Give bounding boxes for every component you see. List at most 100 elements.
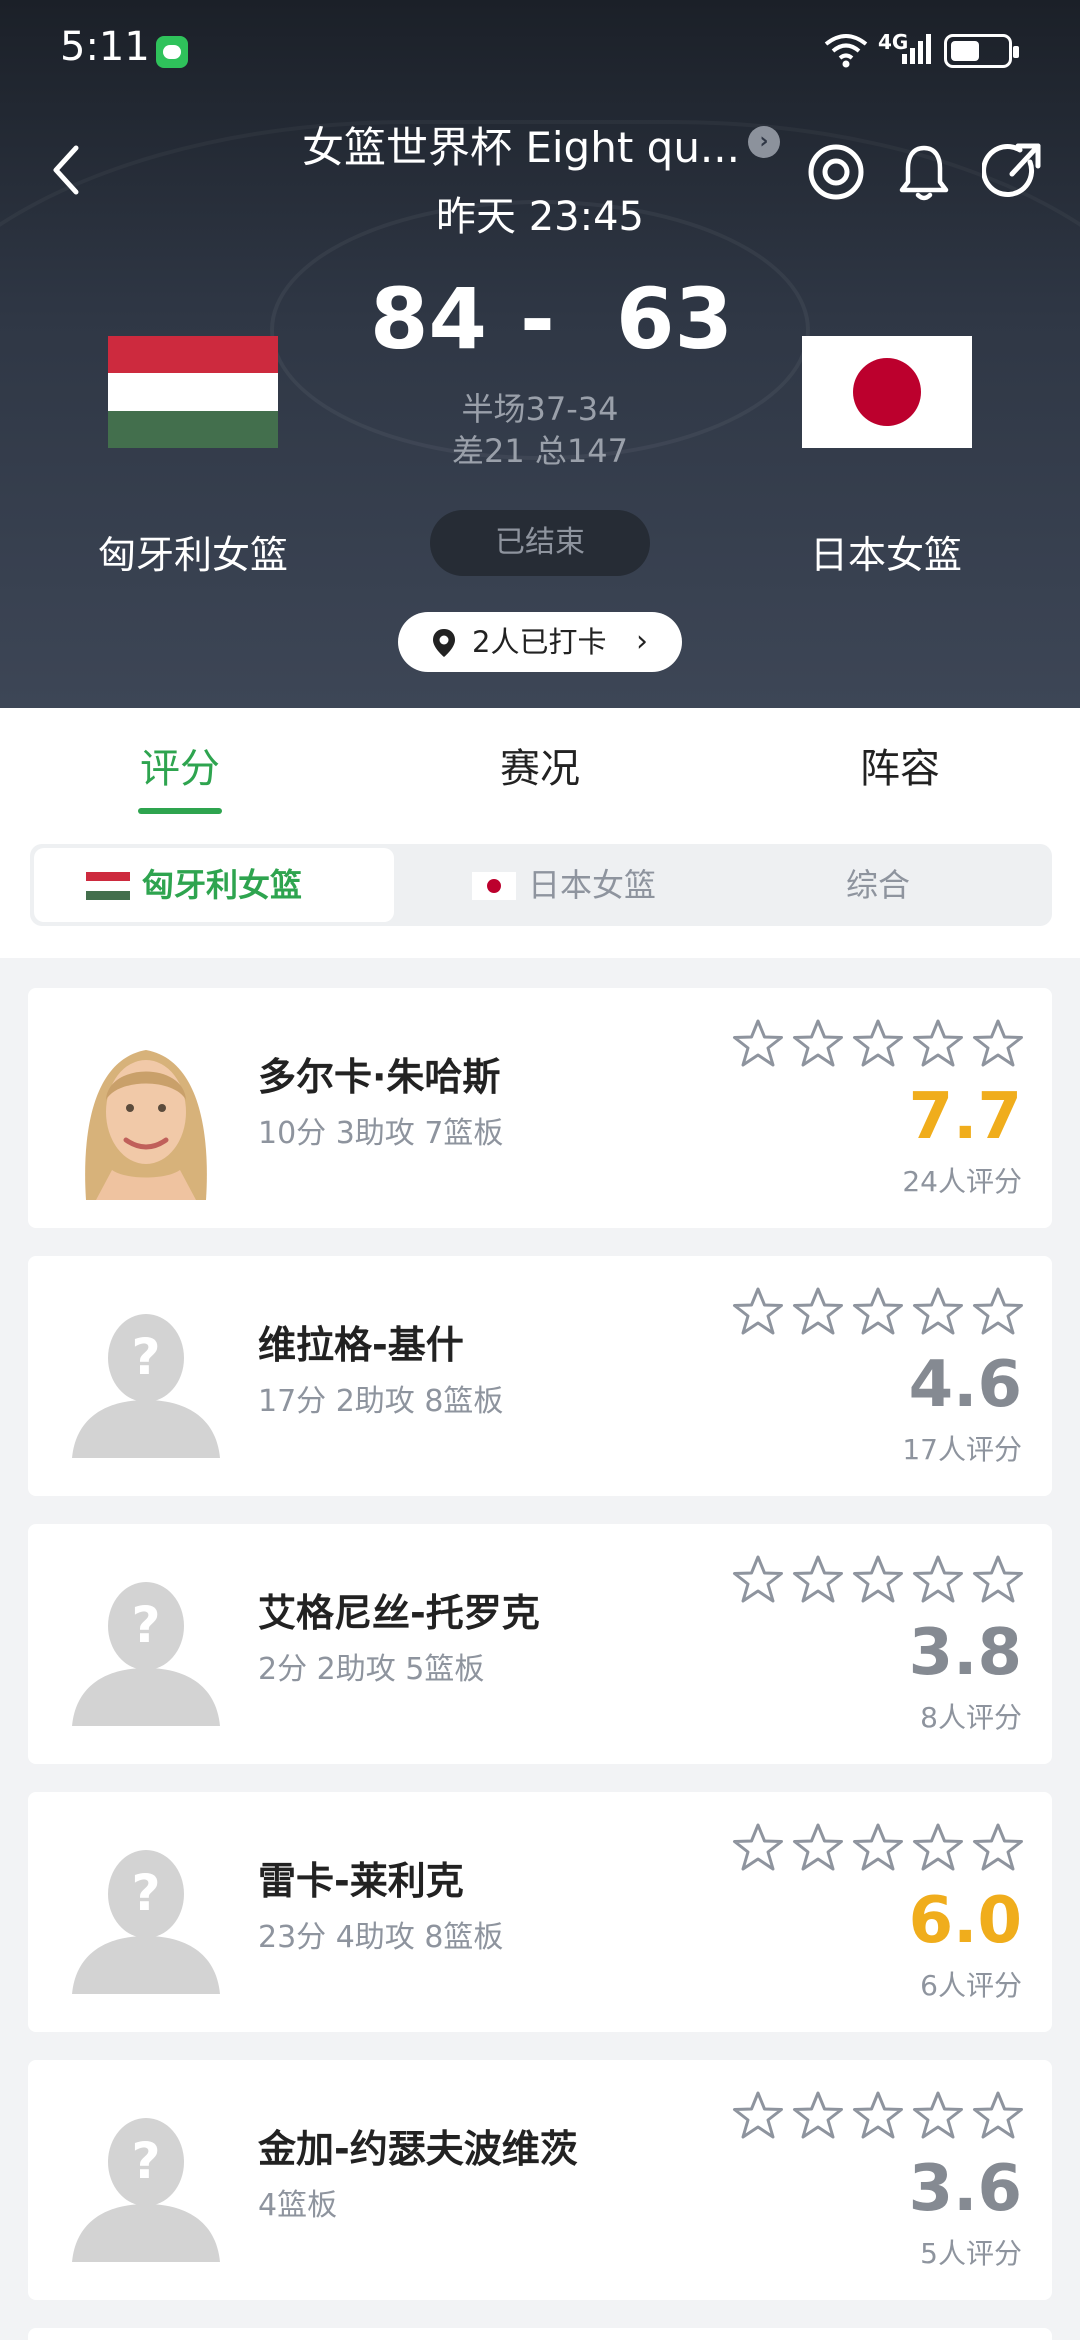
match-status-badge: 已结束 [430,510,650,576]
star-icon[interactable] [852,1822,904,1874]
chevron-right-icon: › [636,624,648,659]
avatar-placeholder-icon: ? [72,1850,220,1994]
star-icon[interactable] [792,1822,844,1874]
home-team-flag [108,336,278,448]
star-icon[interactable] [732,1554,784,1606]
target-icon[interactable] [804,140,868,204]
star-icon[interactable] [792,2090,844,2142]
team-segmented-control: 匈牙利女篮 日本女篮 综合 [30,844,1052,926]
rating-count: 6人评分 [920,1969,1022,2002]
arrow-right-icon[interactable]: › [748,126,780,158]
away-team-name[interactable]: 日本女篮 [810,524,962,579]
wifi-icon [824,34,868,68]
checkin-button[interactable]: 2人已打卡 › [398,612,682,672]
star-rating-input[interactable] [732,1554,1036,1608]
tab-live[interactable]: 赛况 [440,736,640,794]
star-icon[interactable] [912,1018,964,1070]
player-stats: 2分 2助攻 5篮板 [258,1652,485,1687]
star-icon[interactable] [852,1018,904,1070]
segment-home-label: 匈牙利女篮 [142,866,303,904]
signal-icon [902,34,931,64]
star-icon[interactable] [792,1018,844,1070]
player-name: 多尔卡·朱哈斯 [258,1055,501,1099]
svg-text:?: ? [131,2132,160,2190]
player-stats: 4篮板 [258,2188,338,2223]
star-icon[interactable] [792,1554,844,1606]
rating-count: 24人评分 [902,1165,1022,1198]
wechat-icon [156,36,188,68]
star-icon[interactable] [912,1822,964,1874]
player-name: 维拉格-基什 [258,1323,464,1367]
player-rating: 4.6 [908,1348,1022,1422]
status-time: 5:11 [60,24,150,70]
player-rating: 6.0 [908,1884,1022,1958]
player-stats: 23分 4助攻 8篮板 [258,1920,504,1955]
star-icon[interactable] [792,1286,844,1338]
segment-away-team[interactable]: 日本女篮 [444,844,744,926]
star-icon[interactable] [972,1018,1024,1070]
home-score: 84 [370,270,487,368]
star-icon[interactable] [732,1286,784,1338]
segment-away-label: 日本女篮 [528,866,657,904]
player-name: 艾格尼丝-托罗克 [258,1591,540,1635]
star-icon[interactable] [972,1286,1024,1338]
away-score: 63 [616,270,733,368]
svg-text:?: ? [131,1596,160,1654]
away-team-flag [802,336,972,448]
star-icon[interactable] [912,2090,964,2142]
location-pin-icon [433,629,455,657]
player-card[interactable]: ? 雷卡-莱利克 23分 4助攻 8篮板 6.0 6人评分 [28,1792,1052,2032]
match-title[interactable]: 女篮世界杯 Eight qu... [300,114,740,175]
star-icon[interactable] [732,2090,784,2142]
star-icon[interactable] [912,1286,964,1338]
star-rating-input[interactable] [732,1018,1036,1072]
back-icon[interactable] [46,140,86,200]
segment-overall[interactable]: 综合 [846,844,966,926]
rating-count: 8人评分 [920,1701,1022,1734]
star-rating-input[interactable] [732,1286,1036,1340]
star-icon[interactable] [852,1554,904,1606]
player-card[interactable] [28,2328,1052,2340]
svg-text:?: ? [131,1864,160,1922]
star-icon[interactable] [912,1554,964,1606]
team-switch-section: 匈牙利女篮 日本女篮 综合 [0,816,1080,958]
star-icon[interactable] [972,2090,1024,2142]
player-name: 雷卡-莱利克 [258,1859,464,1903]
star-icon[interactable] [852,1286,904,1338]
share-icon[interactable] [982,140,1046,204]
bell-icon[interactable] [892,140,956,204]
status-bar: 5:11 4G [0,0,1080,100]
star-icon[interactable] [852,2090,904,2142]
score-separator: - [520,270,555,368]
tab-rating[interactable]: 评分 [80,736,280,794]
main-tabs: 评分 赛况 阵容 [0,708,1080,816]
star-icon[interactable] [732,1018,784,1070]
diff-total: 差21 总147 [452,432,628,470]
star-rating-input[interactable] [732,1822,1036,1876]
hungary-flag-icon [86,872,130,900]
player-stats: 10分 3助攻 7篮板 [258,1116,504,1151]
tab-lineup[interactable]: 阵容 [800,736,1000,794]
halftime-score: 半场37-34 [461,390,619,428]
player-rating: 7.7 [908,1080,1022,1154]
match-header: 5:11 4G 女篮世界杯 Eight qu... › 昨天 23:45 84 … [0,0,1080,708]
player-card[interactable]: ? 艾格尼丝-托罗克 2分 2助攻 5篮板 3.8 8人评分 [28,1524,1052,1764]
japan-flag-icon [472,872,516,900]
star-icon[interactable] [972,1822,1024,1874]
player-photo [56,1020,236,1200]
player-card[interactable]: ? 维拉格-基什 17分 2助攻 8篮板 4.6 17人评分 [28,1256,1052,1496]
player-card[interactable]: ? 金加-约瑟夫波维茨 4篮板 3.6 5人评分 [28,2060,1052,2300]
star-icon[interactable] [972,1554,1024,1606]
battery-icon [944,34,1019,68]
segment-home-team[interactable]: 匈牙利女篮 [34,848,394,922]
player-rating: 3.8 [908,1616,1022,1690]
player-card[interactable]: 多尔卡·朱哈斯 10分 3助攻 7篮板 7.7 24人评分 [28,988,1052,1228]
svg-text:?: ? [131,1328,160,1386]
player-name: 金加-约瑟夫波维茨 [258,2127,578,2171]
star-icon[interactable] [732,1822,784,1874]
tab-active-indicator [138,808,222,814]
rating-count: 5人评分 [920,2237,1022,2270]
star-rating-input[interactable] [732,2090,1036,2144]
home-team-name[interactable]: 匈牙利女篮 [98,524,288,579]
avatar-placeholder-icon: ? [72,1582,220,1726]
